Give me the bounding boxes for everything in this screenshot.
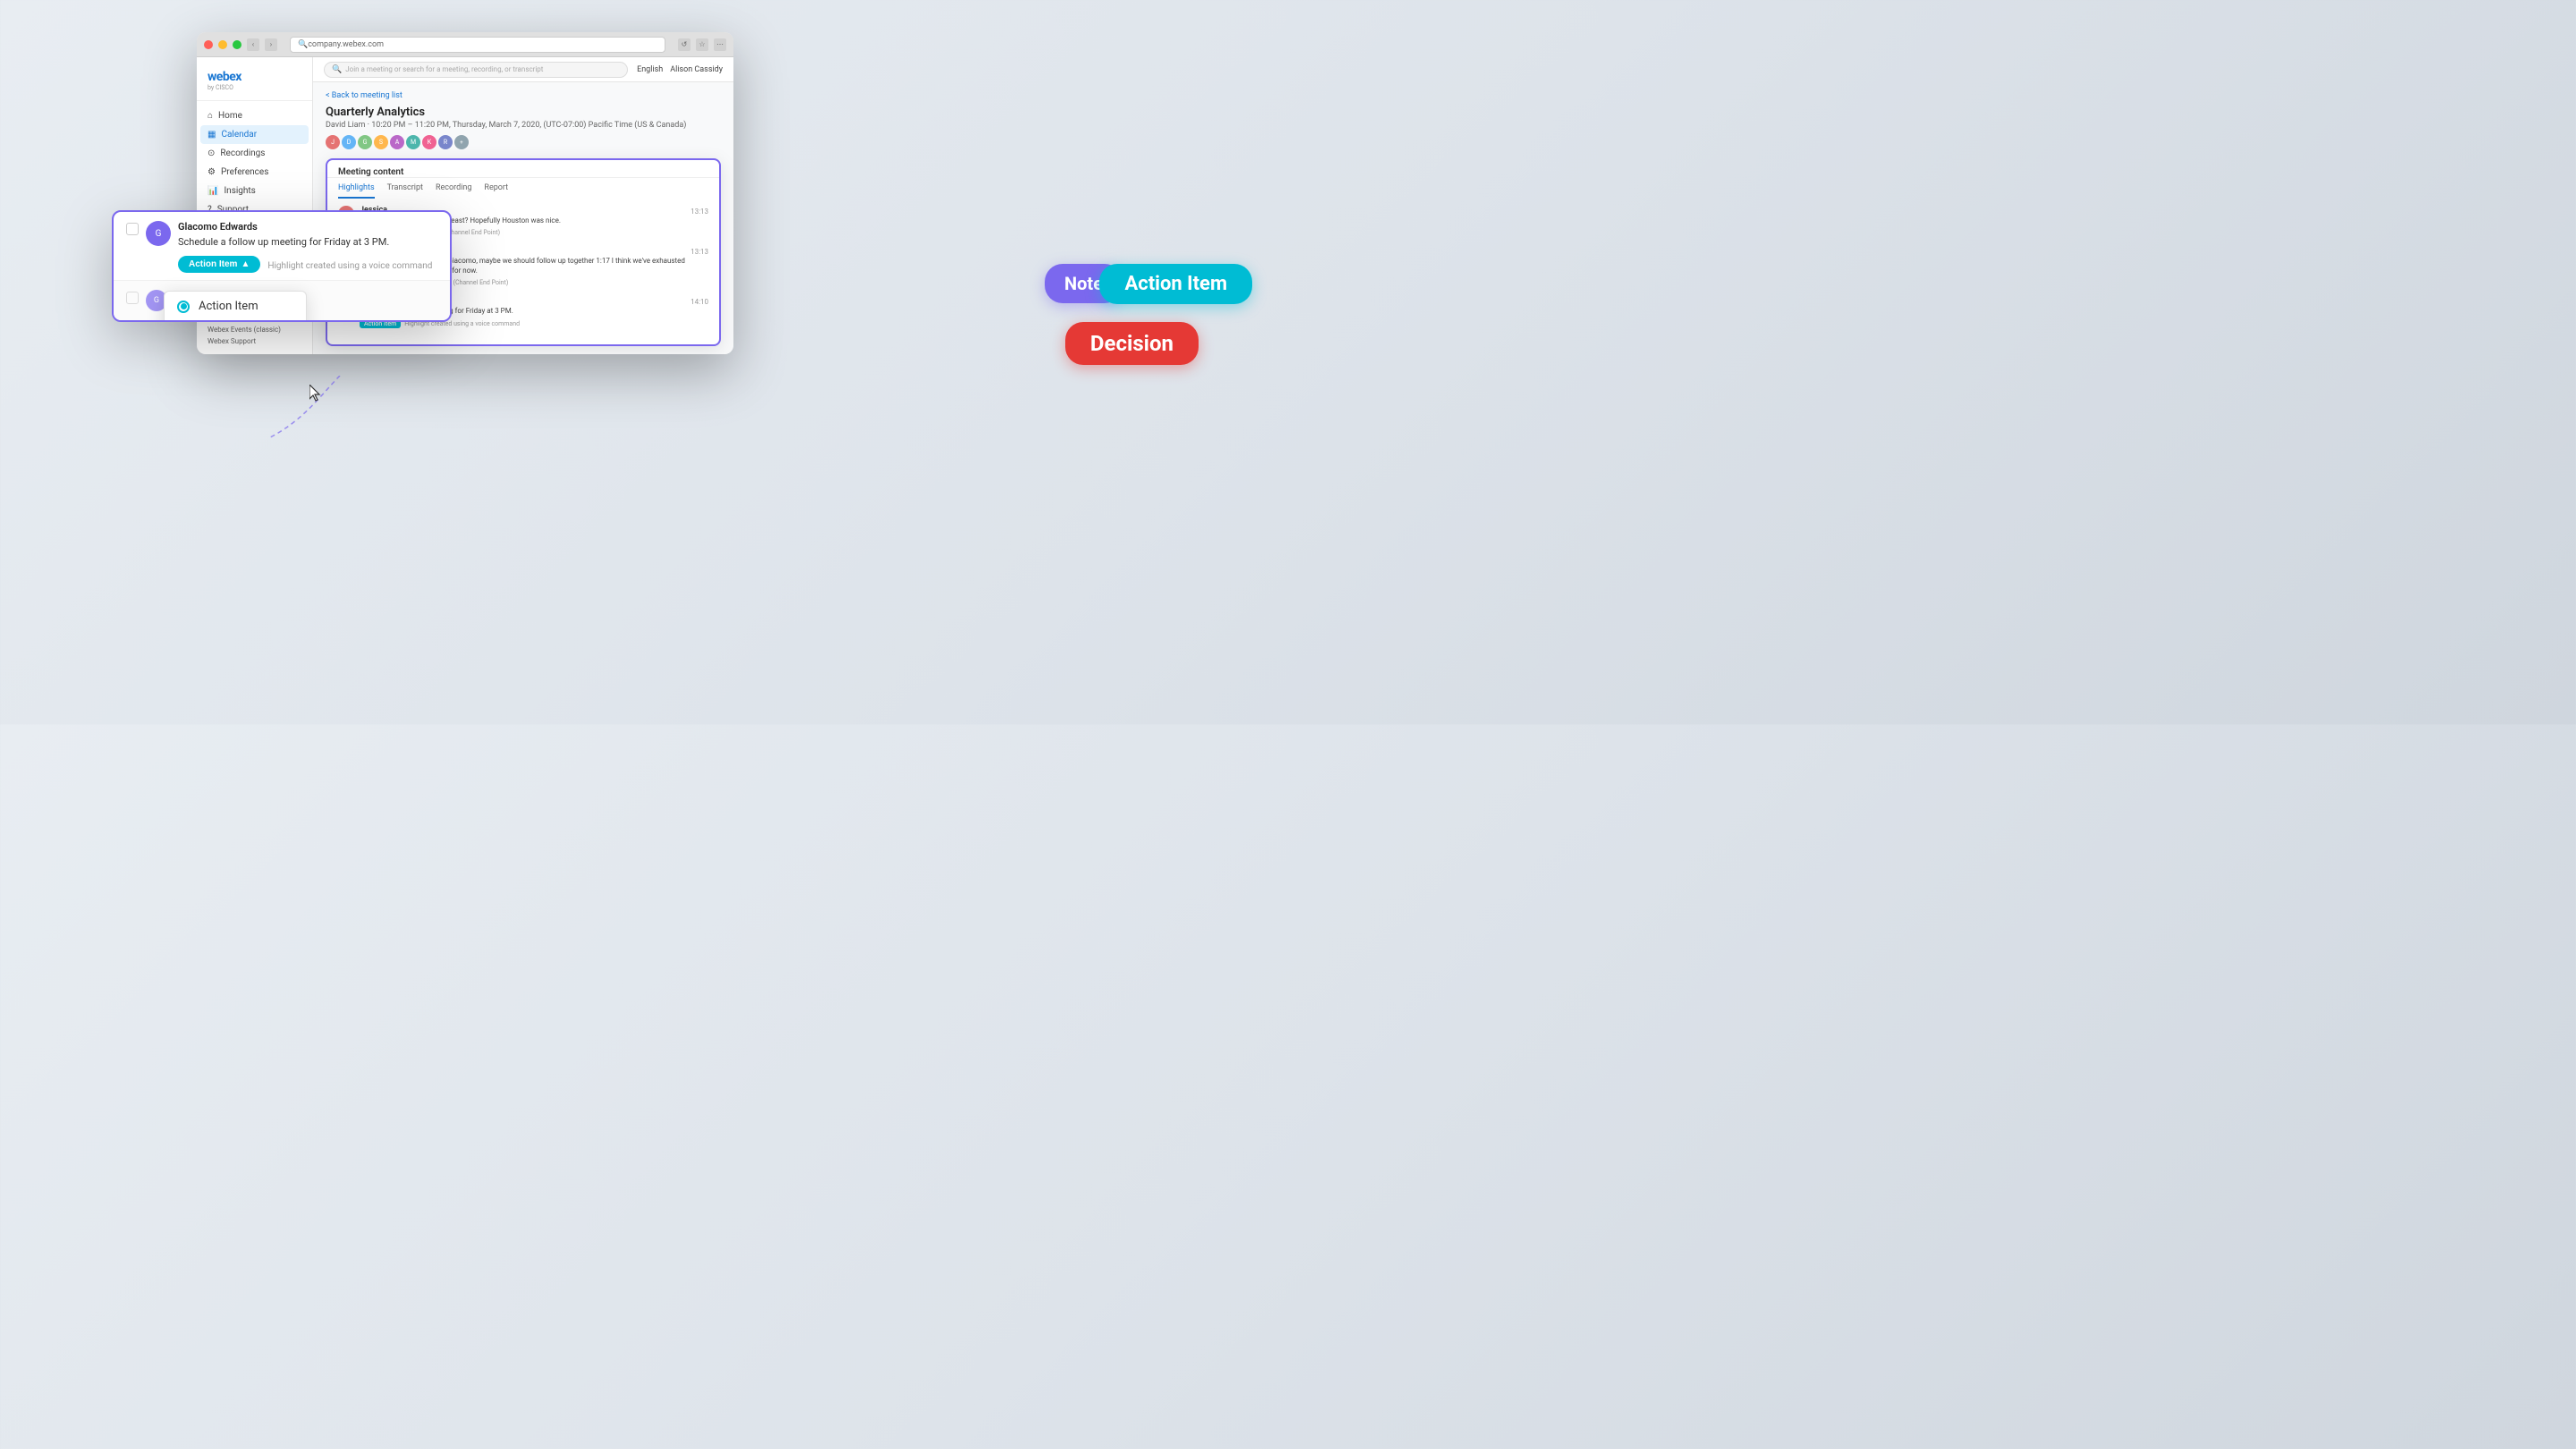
note-text: Note bbox=[1064, 273, 1103, 294]
logo-area: webex by CISCO bbox=[197, 64, 312, 101]
action-item-button[interactable]: Action Item ▲ bbox=[178, 256, 260, 273]
dropdown-label: Action Item bbox=[199, 300, 258, 313]
popup-speaker-name: Glacomo Edwards bbox=[178, 221, 437, 233]
timestamp: 13:13 bbox=[691, 246, 708, 256]
sidebar-item-label: Home bbox=[218, 111, 242, 121]
radio-inner bbox=[181, 303, 187, 309]
avatar: R bbox=[438, 135, 453, 149]
card-header: Meeting content bbox=[327, 160, 719, 178]
float-action-label: Action Item bbox=[1099, 264, 1252, 304]
timestamp: 13:13 bbox=[691, 206, 708, 216]
timestamp: 14:10 bbox=[691, 296, 708, 306]
search-icon: 🔍 bbox=[332, 65, 342, 74]
meeting-meta: David Liam · 10:20 PM – 11:20 PM, Thursd… bbox=[326, 121, 721, 130]
zoom-popup: G Glacomo Edwards Schedule a follow up m… bbox=[112, 210, 452, 322]
tab-report[interactable]: Report bbox=[484, 183, 508, 199]
avatar: + bbox=[454, 135, 469, 149]
logo: webex bbox=[208, 70, 301, 84]
settings-icon[interactable]: ⋯ bbox=[714, 38, 726, 51]
dropdown-item-action[interactable]: Action Item bbox=[165, 292, 306, 321]
forward-button[interactable]: › bbox=[265, 38, 277, 51]
sidebar-item-label: Preferences bbox=[221, 167, 268, 177]
sidebar-link-events[interactable]: Webex Events (classic) bbox=[204, 324, 305, 335]
avatar: G bbox=[358, 135, 372, 149]
logo-sub: by CISCO bbox=[208, 84, 301, 91]
popup-text: Schedule a follow up meeting for Friday … bbox=[178, 235, 437, 249]
close-button[interactable] bbox=[204, 40, 213, 49]
dropdown-menu: Action Item Agenda Decision Note bbox=[164, 291, 307, 322]
popup-main-row: G Glacomo Edwards Schedule a follow up m… bbox=[114, 212, 450, 281]
avatar-row: J D G S A M K R + bbox=[326, 135, 721, 149]
sidebar-item-label: Calendar bbox=[221, 130, 257, 140]
maximize-button[interactable] bbox=[233, 40, 242, 49]
back-button[interactable]: ‹ bbox=[247, 38, 259, 51]
browser-titlebar: ‹ › 🔍 company.webex.com ↺ ☆ ⋯ bbox=[197, 32, 733, 57]
sidebar-item-calendar[interactable]: ▦ Calendar bbox=[200, 125, 309, 144]
chevron-up-icon: ▲ bbox=[241, 259, 250, 269]
back-link[interactable]: < Back to meeting list bbox=[326, 91, 721, 100]
avatar: K bbox=[422, 135, 436, 149]
popup-action-row: Action Item ▲ Highlight created using a … bbox=[178, 256, 437, 273]
url-text: company.webex.com bbox=[308, 40, 384, 49]
search-placeholder: Join a meeting or search for a meeting, … bbox=[345, 65, 543, 73]
avatar: A bbox=[390, 135, 404, 149]
sidebar-item-label: Recordings bbox=[220, 148, 265, 158]
avatar: G bbox=[146, 221, 171, 246]
avatar: S bbox=[374, 135, 388, 149]
sidebar-item-preferences[interactable]: ⚙ Preferences bbox=[197, 163, 312, 182]
top-bar-right: English Alison Cassidy bbox=[637, 65, 723, 74]
action-item-text: Action Item bbox=[1124, 273, 1227, 295]
avatar: D bbox=[342, 135, 356, 149]
tab-recording[interactable]: Recording bbox=[436, 183, 471, 199]
mouse-cursor bbox=[309, 385, 326, 404]
avatar: J bbox=[326, 135, 340, 149]
sidebar-item-home[interactable]: ⌂ Home bbox=[197, 106, 312, 125]
sidebar-item-label: Insights bbox=[224, 186, 255, 196]
action-item-label: Action Item bbox=[189, 259, 237, 269]
language-selector[interactable]: English bbox=[637, 65, 663, 74]
meeting-title: Quarterly Analytics bbox=[326, 106, 721, 119]
calendar-icon: ▦ bbox=[208, 130, 216, 140]
sidebar-item-insights[interactable]: 📊 Insights bbox=[197, 182, 312, 200]
preferences-icon: ⚙ bbox=[208, 167, 216, 177]
search-icon: 🔍 bbox=[298, 40, 308, 49]
popup-meta: Highlight created using a voice command bbox=[267, 261, 432, 271]
avatar: M bbox=[406, 135, 420, 149]
popup-content: Glacomo Edwards Schedule a follow up mee… bbox=[178, 221, 437, 273]
minimize-button[interactable] bbox=[218, 40, 227, 49]
card-tabs: Highlights Transcript Recording Report bbox=[327, 178, 719, 199]
bookmark-icon[interactable]: ☆ bbox=[696, 38, 708, 51]
sidebar-link-support[interactable]: Webex Support bbox=[204, 335, 305, 347]
decision-text: Decision bbox=[1090, 331, 1174, 356]
row-checkbox[interactable] bbox=[126, 292, 139, 304]
row-checkbox[interactable] bbox=[126, 223, 139, 235]
connector-line bbox=[250, 376, 429, 447]
address-bar[interactable]: 🔍 company.webex.com bbox=[290, 37, 665, 53]
user-menu[interactable]: Alison Cassidy bbox=[670, 65, 723, 74]
reload-button[interactable]: ↺ bbox=[678, 38, 691, 51]
top-bar: 🔍 Join a meeting or search for a meeting… bbox=[313, 57, 733, 82]
recordings-icon: ⊙ bbox=[208, 148, 215, 158]
sidebar-item-recordings[interactable]: ⊙ Recordings bbox=[197, 144, 312, 163]
radio-selected bbox=[177, 301, 190, 313]
float-decision-label: Decision bbox=[1065, 322, 1199, 365]
search-bar[interactable]: 🔍 Join a meeting or search for a meeting… bbox=[324, 62, 628, 78]
tab-highlights[interactable]: Highlights bbox=[338, 183, 375, 199]
tab-transcript[interactable]: Transcript bbox=[387, 183, 423, 199]
home-icon: ⌂ bbox=[208, 111, 213, 121]
insights-icon: 📊 bbox=[208, 186, 218, 196]
